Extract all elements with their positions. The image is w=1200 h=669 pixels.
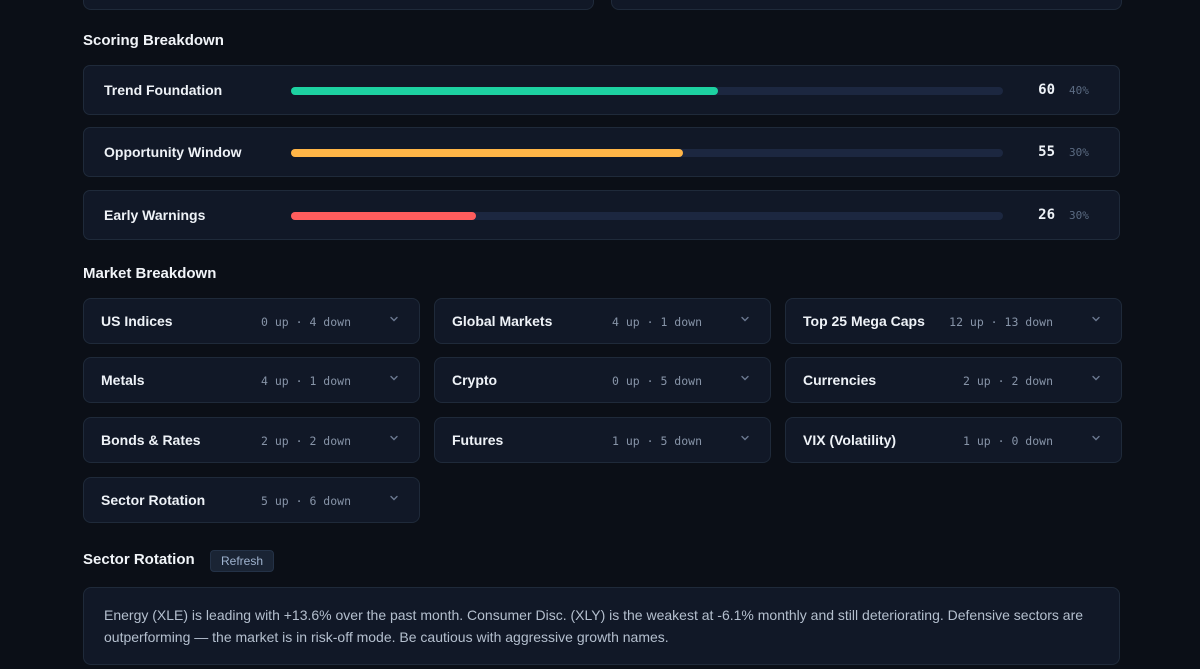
chevron-down-icon [741,316,749,322]
chevron-down-icon [1092,375,1100,381]
market-card-counts: 4 up · 1 down [611,315,702,329]
market-card-name: VIX (Volatility) [803,432,897,448]
market-card-us-indices[interactable]: US Indices 0 up · 4 down [83,298,420,344]
chevron-down-icon [390,316,398,322]
score-weight: 30% [1069,209,1089,222]
market-card-name: Crypto [452,372,498,388]
score-fill [291,87,719,95]
score-label: Opportunity Window [104,144,242,160]
score-track [291,212,1003,220]
scoring-breakdown-title: Scoring Breakdown [83,32,224,49]
score-value: 26 [1038,207,1055,223]
score-label: Early Warnings [104,207,206,223]
market-card-name: Sector Rotation [101,492,206,508]
score-row-early-warnings: Early Warnings 26 30% [83,190,1120,240]
market-card-top-25-mega-caps[interactable]: Top 25 Mega Caps 12 up · 13 down [785,298,1122,344]
market-card-currencies[interactable]: Currencies 2 up · 2 down [785,357,1122,403]
market-card-name: Top 25 Mega Caps [803,313,925,329]
market-card-name: Metals [101,372,145,388]
market-card-name: Futures [452,432,504,448]
market-card-bonds-rates[interactable]: Bonds & Rates 2 up · 2 down [83,417,420,463]
market-card-counts: 5 up · 6 down [260,494,351,508]
market-card-name: Global Markets [452,313,553,329]
score-weight: 30% [1069,146,1089,159]
market-card-sector-rotation[interactable]: Sector Rotation 5 up · 6 down [83,477,420,523]
market-card-metals[interactable]: Metals 4 up · 1 down [83,357,420,403]
chevron-down-icon [741,435,749,441]
sector-rotation-summary: Energy (XLE) is leading with +13.6% over… [83,587,1120,665]
market-card-counts: 1 up · 5 down [611,434,702,448]
score-row-opportunity-window: Opportunity Window 55 30% [83,127,1120,177]
market-card-crypto[interactable]: Crypto 0 up · 5 down [434,357,771,403]
market-card-counts: 1 up · 0 down [962,434,1053,448]
score-label: Trend Foundation [104,82,223,98]
score-value: 60 [1038,82,1055,98]
score-weight: 40% [1069,84,1089,97]
market-card-counts: 12 up · 13 down [949,315,1053,329]
top-card-right [611,0,1122,10]
market-card-counts: 0 up · 5 down [611,374,702,388]
market-card-vix-volatility[interactable]: VIX (Volatility) 1 up · 0 down [785,417,1122,463]
chevron-down-icon [1092,435,1100,441]
market-card-global-markets[interactable]: Global Markets 4 up · 1 down [434,298,771,344]
market-breakdown-title: Market Breakdown [83,265,217,282]
market-card-name: Currencies [803,372,877,388]
chevron-down-icon [390,495,398,501]
chevron-down-icon [390,435,398,441]
chevron-down-icon [741,375,749,381]
market-card-counts: 4 up · 1 down [260,374,351,388]
score-track [291,87,1003,95]
top-card-left [83,0,594,10]
score-fill [291,149,683,157]
score-value: 55 [1038,144,1055,160]
market-card-counts: 0 up · 4 down [260,315,351,329]
score-row-trend-foundation: Trend Foundation 60 40% [83,65,1120,115]
market-card-name: US Indices [101,313,173,329]
market-card-futures[interactable]: Futures 1 up · 5 down [434,417,771,463]
market-card-counts: 2 up · 2 down [260,434,351,448]
score-fill [291,212,477,220]
refresh-button[interactable]: Refresh [210,550,275,572]
sector-rotation-title: Sector Rotation [83,551,195,568]
chevron-down-icon [390,375,398,381]
market-card-counts: 2 up · 2 down [962,374,1053,388]
score-track [291,149,1003,157]
chevron-down-icon [1092,316,1100,322]
market-card-name: Bonds & Rates [101,432,201,448]
